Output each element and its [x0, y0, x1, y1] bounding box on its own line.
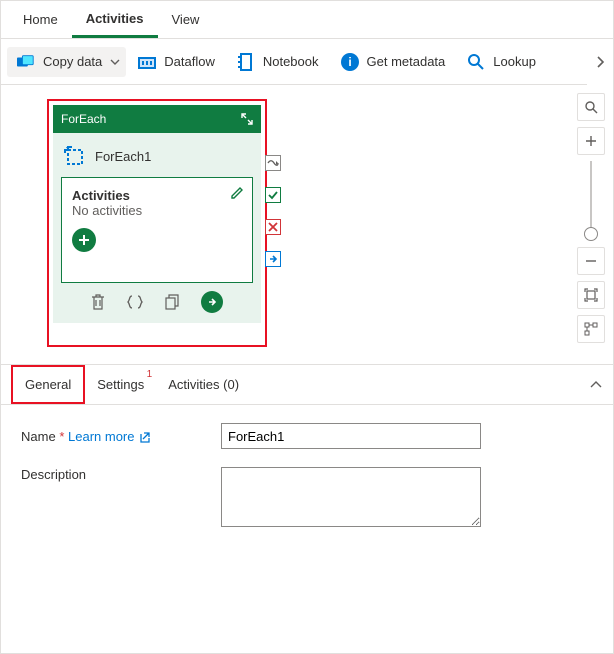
node-connectors [265, 155, 281, 267]
tab-settings[interactable]: Settings 1 [85, 365, 156, 404]
description-textarea[interactable] [221, 467, 481, 527]
dataflow-icon [138, 53, 156, 71]
chevron-down-icon [110, 57, 120, 67]
canvas-controls [577, 93, 605, 343]
description-field-label: Description [21, 467, 221, 530]
no-activities-text: No activities [72, 203, 242, 218]
activities-toolbar: Copy data Dataflow Notebook i Get metada… [1, 39, 613, 85]
notebook-label: Notebook [263, 54, 319, 69]
connector-failure-icon[interactable] [265, 219, 281, 235]
lookup-button[interactable]: Lookup [457, 47, 546, 77]
name-label-text: Name [21, 429, 56, 444]
notebook-icon [237, 53, 255, 71]
zoom-slider-handle[interactable] [584, 227, 598, 241]
foreach-activity-node[interactable]: ForEach ForEach1 Activities No activitie… [53, 105, 261, 323]
notebook-button[interactable]: Notebook [227, 47, 329, 77]
get-metadata-label: Get metadata [367, 54, 446, 69]
node-name-label: ForEach1 [95, 149, 151, 164]
run-icon[interactable] [201, 291, 223, 313]
external-link-icon [138, 431, 150, 443]
zoom-slider-track[interactable] [590, 161, 592, 229]
properties-tabs: General Settings 1 Activities (0) [1, 365, 613, 405]
node-actions [61, 283, 253, 319]
zoom-in-button[interactable] [577, 127, 605, 155]
learn-more-link[interactable]: Learn more [68, 429, 150, 444]
node-header-label: ForEach [61, 112, 106, 126]
main-tabs: Home Activities View [1, 1, 613, 39]
activities-heading: Activities [72, 188, 242, 203]
collapse-panel-button[interactable] [589, 378, 603, 392]
inner-activities-box[interactable]: Activities No activities [61, 177, 253, 283]
pencil-icon[interactable] [230, 186, 244, 200]
node-header[interactable]: ForEach [53, 105, 261, 133]
tab-settings-label: Settings [97, 377, 144, 392]
node-body: ForEach1 Activities No activities [53, 133, 261, 323]
zoom-out-button[interactable] [577, 247, 605, 275]
code-braces-icon[interactable] [127, 295, 143, 309]
svg-text:i: i [348, 55, 351, 69]
connector-success-icon[interactable] [265, 187, 281, 203]
copy-data-button[interactable]: Copy data [7, 47, 126, 77]
dataflow-button[interactable]: Dataflow [128, 47, 225, 77]
lookup-icon [467, 53, 485, 71]
properties-panel: Name * Learn more Description [1, 405, 613, 566]
dataflow-label: Dataflow [164, 54, 215, 69]
auto-align-button[interactable] [577, 315, 605, 343]
info-icon: i [341, 53, 359, 71]
pipeline-canvas[interactable]: ForEach ForEach1 Activities No activitie… [1, 85, 613, 365]
lookup-label: Lookup [493, 54, 536, 69]
tab-inner-activities[interactable]: Activities (0) [156, 365, 251, 404]
toolbar-scroll-right[interactable] [587, 39, 613, 85]
copy-icon[interactable] [165, 294, 179, 310]
add-activity-button[interactable] [72, 228, 96, 252]
tab-activities[interactable]: Activities [72, 1, 158, 38]
canvas-search-button[interactable] [577, 93, 605, 121]
validation-indicator-icon: 1 [147, 369, 153, 380]
copy-data-label: Copy data [43, 54, 102, 69]
required-indicator: * [59, 429, 64, 444]
tab-home[interactable]: Home [9, 1, 72, 38]
foreach-icon [63, 145, 85, 167]
delete-icon[interactable] [91, 294, 105, 310]
connector-completion-icon[interactable] [265, 251, 281, 267]
node-name-row: ForEach1 [61, 141, 253, 177]
name-field-label: Name * Learn more [21, 423, 221, 449]
copy-data-icon [17, 53, 35, 71]
connector-skip-icon[interactable] [265, 155, 281, 171]
get-metadata-button[interactable]: i Get metadata [331, 47, 456, 77]
expand-icon[interactable] [241, 113, 253, 125]
name-input[interactable] [221, 423, 481, 449]
fit-to-screen-button[interactable] [577, 281, 605, 309]
learn-more-text: Learn more [68, 429, 134, 444]
tab-general[interactable]: General [11, 365, 85, 404]
tab-view[interactable]: View [158, 1, 214, 38]
